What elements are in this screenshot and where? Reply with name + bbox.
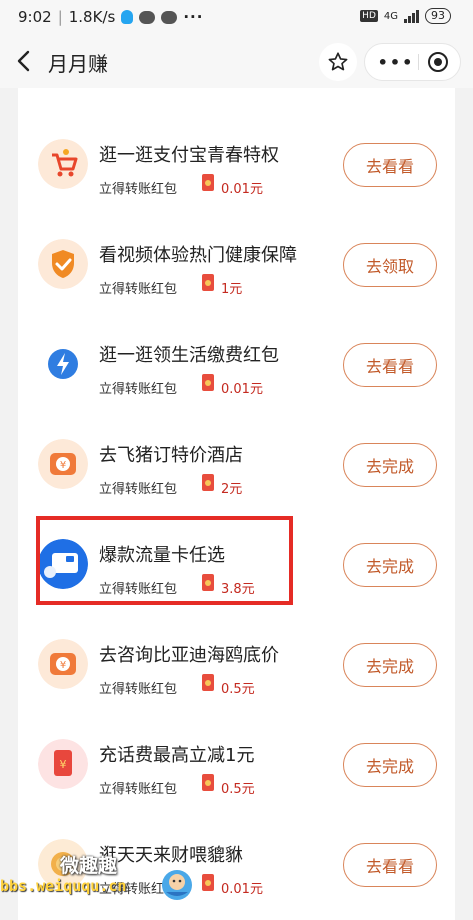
more-options-button[interactable]: ••• (378, 44, 413, 80)
reward-amount: 0.5元 (221, 782, 255, 797)
back-arrow-icon[interactable] (14, 48, 36, 74)
task-list: 逛一逛支付宝青春特权 立得转账红包 0.01元 去看看 看视频体验热门健康保障 … (18, 88, 455, 920)
status-bar: 9:02 | 1.8K/s ··· HD 4G 93 (0, 0, 473, 34)
lightning-icon (38, 339, 88, 389)
svg-text:¥: ¥ (60, 758, 67, 771)
reward-amount: 0.01元 (221, 182, 263, 197)
task-row: ¥ 充话费最高立减1元 立得转账红包 0.5元 去完成 (18, 708, 455, 808)
task-action-button[interactable]: 去看看 (343, 843, 437, 887)
task-title: 逛天天来财喂貔貅 (99, 845, 243, 866)
page-title: 月月赚 (48, 52, 108, 76)
red-packet-icon (202, 874, 214, 891)
shield-check-icon (38, 239, 88, 289)
task-row: 看视频体验热门健康保障 立得转账红包 1元 去领取 (18, 208, 455, 308)
task-subtitle: 立得转账红包 (99, 382, 178, 397)
svg-text:¥: ¥ (60, 660, 66, 671)
watermark-url: bbs.weiququ.cn (0, 877, 127, 895)
qq-icon (121, 10, 134, 24)
svg-text:¥: ¥ (60, 460, 66, 471)
task-action-button[interactable]: 去完成 (343, 643, 437, 687)
wechat-icon (139, 10, 156, 24)
task-row: 逛一逛支付宝青春特权 立得转账红包 0.01元 去看看 (18, 108, 455, 208)
red-packet-icon (202, 674, 214, 691)
star-icon (328, 52, 348, 71)
task-row: 逛一逛领生活缴费红包 立得转账红包 0.01元 去看看 (18, 308, 455, 408)
network-speed: 1.8K/s (68, 8, 116, 26)
task-action-button[interactable]: 去完成 (343, 543, 437, 587)
wechat-icon-2 (161, 10, 178, 24)
task-action-button[interactable]: 去完成 (343, 443, 437, 487)
network-type: 4G (383, 10, 398, 22)
watermark-name: 微趣趣 (60, 855, 118, 877)
task-action-button[interactable]: 去看看 (343, 143, 437, 187)
task-action-button[interactable]: 去看看 (343, 343, 437, 387)
capsule-divider (418, 54, 419, 70)
highlight-box (36, 516, 293, 605)
red-packet-icon (202, 474, 214, 491)
red-packet-icon: ¥ (38, 739, 88, 789)
task-row: ¥ 去咨询比亚迪海鸥底价 立得转账红包 0.5元 去完成 (18, 608, 455, 708)
yuan-ticket-icon: ¥ (38, 639, 88, 689)
task-subtitle: 立得转账红包 (99, 482, 178, 497)
shopping-cart-icon (38, 139, 88, 189)
reward-amount: 0.01元 (221, 382, 263, 397)
task-subtitle: 立得转账红包 (99, 682, 178, 697)
battery-level: 93 (425, 8, 451, 24)
red-packet-icon (202, 374, 214, 391)
status-time: 9:02 (18, 8, 52, 26)
reward-amount: 1元 (221, 282, 243, 297)
reward-amount: 2元 (221, 482, 243, 497)
task-action-button[interactable]: 去完成 (343, 743, 437, 787)
task-subtitle: 立得转账红包 (99, 282, 178, 297)
task-action-button[interactable]: 去领取 (343, 243, 437, 287)
favorite-button[interactable] (319, 43, 357, 81)
red-packet-icon (202, 274, 214, 291)
reward-amount: 0.01元 (221, 882, 263, 897)
signal-icon (404, 9, 419, 23)
nav-bar: 月月赚 ••• (0, 34, 473, 88)
task-subtitle: 立得转账红包 (99, 182, 178, 197)
red-packet-icon (202, 774, 214, 791)
more-notifications-icon: ··· (183, 8, 204, 26)
task-title: 看视频体验热门健康保障 (99, 245, 297, 266)
task-title: 逛一逛支付宝青春特权 (99, 145, 279, 166)
reward-amount: 0.5元 (221, 682, 255, 697)
task-title: 去咨询比亚迪海鸥底价 (99, 645, 279, 666)
mini-program-capsule: ••• (364, 43, 461, 81)
task-title: 逛一逛领生活缴费红包 (99, 345, 279, 366)
yuan-ticket-icon: ¥ (38, 439, 88, 489)
task-title: 充话费最高立减1元 (99, 745, 255, 766)
close-target-icon[interactable] (427, 51, 449, 73)
red-packet-icon (202, 174, 214, 191)
task-title: 去飞猪订特价酒店 (99, 445, 243, 466)
watermark-mascot-icon (162, 870, 192, 900)
task-subtitle: 立得转账红包 (99, 782, 178, 797)
task-row: ¥ 去飞猪订特价酒店 立得转账红包 2元 去完成 (18, 408, 455, 508)
hd-badge: HD (360, 10, 378, 22)
